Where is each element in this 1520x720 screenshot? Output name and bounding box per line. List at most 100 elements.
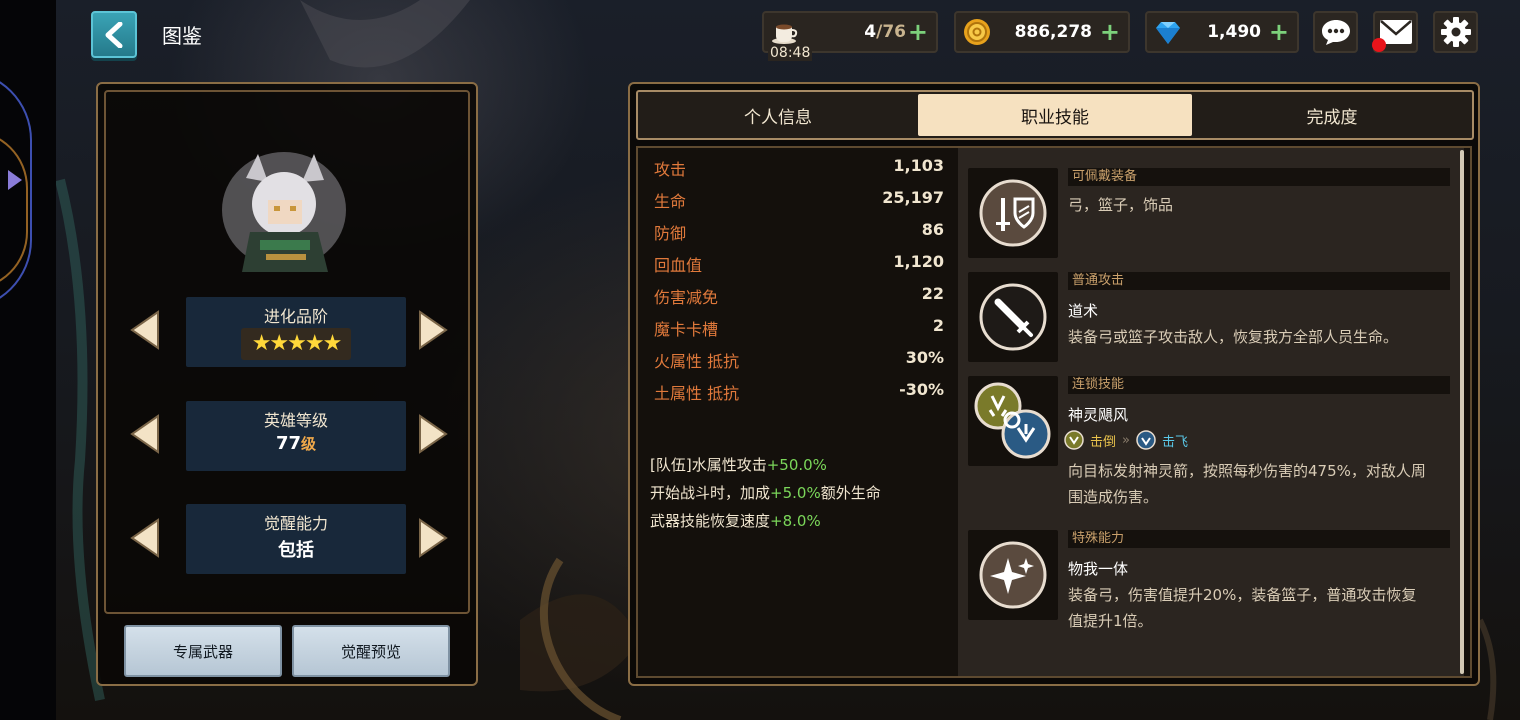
- normal-attack-header: 普通攻击: [1068, 272, 1450, 290]
- tab-bar: 个人信息 职业技能 完成度: [636, 90, 1474, 140]
- gold-counter: 886,278 +: [954, 11, 1130, 53]
- hero-preview-frame: 进化品阶 ★★★★★ 英雄等级 77级 觉醒能力 包括: [104, 90, 470, 614]
- evolution-selector: 进化品阶 ★★★★★: [186, 297, 406, 367]
- level-unit: 级: [301, 435, 317, 453]
- evolution-prev-button[interactable]: [128, 310, 164, 350]
- stat-value: 86: [921, 220, 944, 239]
- stat-label: 伤害减免: [654, 288, 719, 307]
- level-next-button[interactable]: [414, 414, 450, 454]
- hero-sprite: [222, 152, 346, 272]
- side-edge-decoration: [0, 0, 56, 720]
- bonus-text: 开始战斗时，加成: [650, 484, 771, 502]
- chain-skill-name: 神灵飓风: [1068, 406, 1129, 424]
- chain-to: 击飞: [1161, 434, 1188, 450]
- level-selector: 英雄等级 77级: [186, 401, 406, 471]
- stat-label: 防御: [654, 224, 687, 243]
- stat-label: 火属性 抵抗: [654, 352, 740, 371]
- stat-value: 25,197: [882, 188, 944, 207]
- skill-scrollbar[interactable]: [1460, 150, 1464, 674]
- skills-content: 攻击 1,103 生命 25,197 防御 86 回血值 1,120 伤害减免 22 魔卡卡槽 2 火属…: [636, 146, 1472, 678]
- chain-skill-icon-box: [968, 376, 1058, 466]
- sword-shield-icon: [979, 179, 1047, 247]
- add-gold-button[interactable]: +: [1100, 18, 1120, 46]
- chat-button[interactable]: [1313, 11, 1358, 53]
- normal-attack-desc: 装备弓或篮子攻击敌人，恢复我方全部人员生命。: [1068, 328, 1399, 346]
- chain-skill-icon: [974, 382, 1051, 459]
- stat-value: 2: [932, 316, 944, 335]
- stat-row: 防御 86: [654, 220, 944, 252]
- sparkle-icon: [979, 541, 1047, 609]
- notification-dot: [1372, 38, 1386, 52]
- evolution-label: 进化品阶: [263, 307, 328, 326]
- add-gem-button[interactable]: +: [1269, 18, 1289, 46]
- stamina-max: /76: [876, 22, 906, 42]
- stat-label: 土属性 抵抗: [654, 384, 740, 403]
- stamina-timer: 08:48: [768, 45, 813, 61]
- tab-profile[interactable]: 个人信息: [640, 94, 916, 136]
- level-value: 77: [275, 433, 302, 454]
- stat-row: 攻击 1,103: [654, 156, 944, 188]
- equipment-desc: 弓，篮子，饰品: [1068, 196, 1174, 214]
- tab-class-skills[interactable]: 职业技能: [918, 94, 1192, 136]
- stat-row: 生命 25,197: [654, 188, 944, 220]
- awaken-next-button[interactable]: [414, 518, 450, 558]
- awaken-label: 觉醒能力: [263, 514, 328, 533]
- bonus-value: +8.0%: [770, 512, 821, 530]
- equipment-header: 可佩戴装备: [1068, 168, 1450, 186]
- sword-icon: [979, 283, 1047, 351]
- stat-value: -30%: [899, 380, 944, 399]
- level-label: 英雄等级: [263, 411, 328, 430]
- bonus-line: 武器技能恢复速度+8.0%: [650, 510, 821, 531]
- special-ability-name: 物我一体: [1068, 560, 1129, 578]
- skill-list[interactable]: 可佩戴装备 弓，篮子，饰品 普通攻击 道术 装备弓或篮子攻击敌人，恢复我方全部人…: [958, 148, 1464, 676]
- level-prev-button[interactable]: [128, 414, 164, 454]
- bonus-value: +50.0%: [766, 456, 827, 474]
- exclusive-weapon-button[interactable]: 专属武器: [124, 625, 282, 677]
- gold-coin-icon: [964, 19, 990, 45]
- star-rating: ★★★★★: [241, 328, 351, 360]
- normal-attack-name: 道术: [1068, 302, 1099, 320]
- gold-value: 886,278: [1014, 22, 1092, 42]
- chevron-left-icon: [105, 21, 123, 48]
- side-expand-icon[interactable]: [8, 170, 22, 190]
- coffee-cup-icon: [772, 24, 798, 44]
- stat-label: 回血值: [654, 256, 703, 275]
- bonus-text: 武器技能恢复速度: [650, 512, 771, 530]
- equipment-icon-box: [968, 168, 1058, 258]
- evolution-next-button[interactable]: [414, 310, 450, 350]
- awaken-prev-button[interactable]: [128, 518, 164, 558]
- bonus-line: 开始战斗时，加成+5.0%额外生命: [650, 482, 881, 503]
- special-ability-icon-box: [968, 530, 1058, 620]
- bonus-text: [队伍]水属性攻击: [650, 456, 767, 474]
- awaken-value: 包括: [278, 540, 314, 561]
- gem-counter: 1,490 +: [1145, 11, 1299, 53]
- chain-skill-desc: 向目标发射神灵箭，按照每秒伤害的475%，对敌人周围造成伤害。: [1068, 462, 1426, 506]
- tab-completion[interactable]: 完成度: [1194, 94, 1470, 136]
- info-panel: 个人信息 职业技能 完成度 攻击 1,103 生命 25,197 防御 86 回血值 1,12…: [628, 82, 1480, 686]
- special-ability-desc: 装备弓，伤害值提升20%，装备篮子，普通攻击恢复值提升1倍。: [1068, 586, 1417, 630]
- gear-icon: [1440, 17, 1471, 47]
- stat-row: 火属性 抵抗 30%: [654, 348, 944, 380]
- awaken-preview-button[interactable]: 觉醒预览: [292, 625, 450, 677]
- add-stamina-button[interactable]: +: [908, 18, 928, 46]
- page-title: 图鉴: [162, 24, 202, 48]
- stat-row: 土属性 抵抗 -30%: [654, 380, 944, 412]
- stat-row: 回血值 1,120: [654, 252, 944, 284]
- stat-value: 30%: [905, 348, 944, 367]
- gem-value: 1,490: [1207, 22, 1261, 42]
- diamond-icon: [1156, 22, 1180, 44]
- chain-from: 击倒: [1090, 434, 1117, 450]
- awaken-selector: 觉醒能力 包括: [186, 504, 406, 574]
- chain-skill-header: 连锁技能: [1068, 376, 1450, 394]
- stat-value: 1,103: [893, 156, 944, 175]
- stat-label: 魔卡卡槽: [654, 320, 719, 339]
- hero-panel: 进化品阶 ★★★★★ 英雄等级 77级 觉醒能力 包括 专属武器 觉醒预览: [96, 82, 478, 686]
- stat-value: 1,120: [893, 252, 944, 271]
- special-ability-header: 特殊能力: [1068, 530, 1450, 548]
- chain-separator: »: [1122, 432, 1130, 448]
- normal-attack-icon-box: [968, 272, 1058, 362]
- back-button[interactable]: [91, 11, 137, 58]
- chat-bubble-icon: [1321, 20, 1350, 45]
- stat-row: 伤害减免 22: [654, 284, 944, 316]
- settings-button[interactable]: [1433, 11, 1478, 53]
